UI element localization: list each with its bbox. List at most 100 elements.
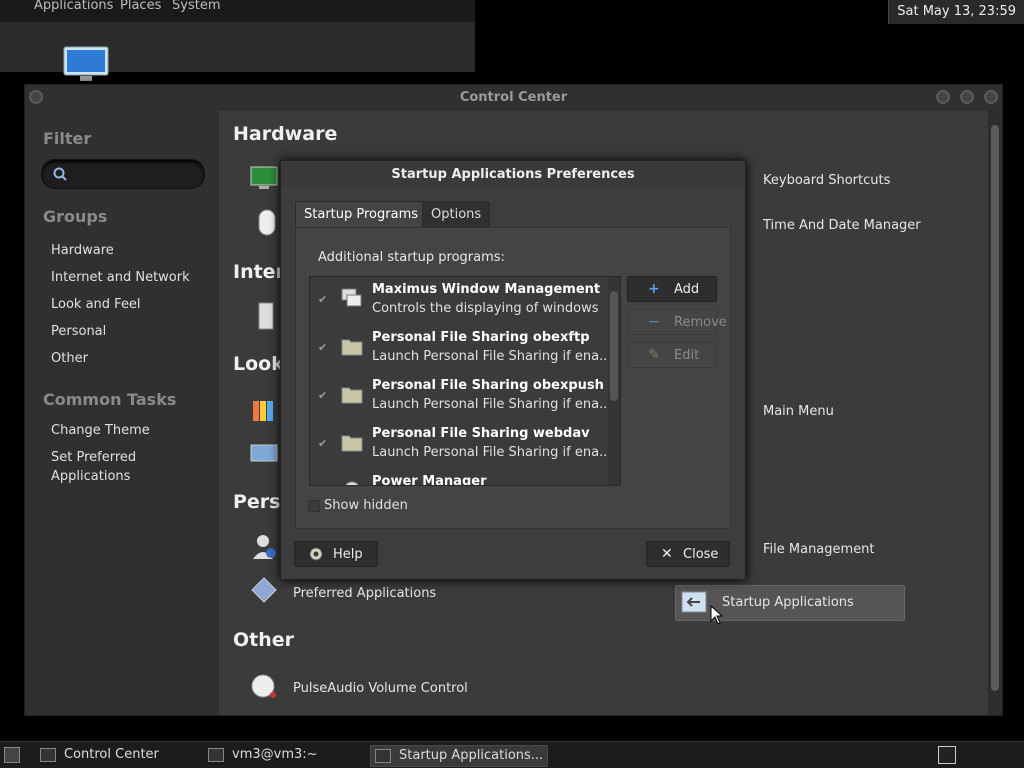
file-management-label[interactable]: File Management [763,542,875,557]
menu-places[interactable]: Places [120,0,161,13]
program-row[interactable]: ✔ Maximus Window Management Controls the… [310,277,606,325]
mouse-cursor-icon [710,605,724,625]
tab-startup-programs[interactable]: Startup Programs [295,201,428,228]
group-hardware[interactable]: Hardware [51,243,114,258]
program-name: Power Manager [372,474,487,486]
display-icon[interactable] [249,163,279,193]
task-control-center[interactable]: Control Center [40,745,159,765]
computer-icon[interactable] [62,45,110,83]
minus-icon: − [648,314,660,330]
program-description: Launch Personal File Sharing if ena... [372,397,612,412]
tab-panel: Additional startup programs: ✔ Maximus W… [295,227,731,529]
close-button[interactable]: ✕ Close [646,541,730,567]
window-menu-icon[interactable] [29,90,43,104]
group-personal[interactable]: Personal [51,324,106,339]
program-checkbox[interactable]: ✔ [318,437,330,450]
power-manager-icon [345,481,359,485]
top-panel: Applications Places System [0,0,475,22]
program-description: Launch Personal File Sharing if ena... [372,445,612,460]
maximize-icon[interactable] [960,90,974,104]
filter-search-input[interactable] [41,159,205,189]
tab-options[interactable]: Options [422,201,491,228]
workspace-switcher-icon[interactable] [938,746,956,764]
keyboard-shortcuts-label[interactable]: Keyboard Shortcuts [763,173,890,188]
window-title: Control Center [459,90,568,105]
startup-applications-icon [375,748,391,763]
startup-applications-label: Startup Applications [722,595,854,610]
show-hidden-label: Show hidden [324,498,408,513]
section-hardware: Hardware [233,123,338,145]
program-name: Maximus Window Management [372,282,601,297]
program-row[interactable]: ✔ Personal File Sharing obexftp Launch P… [310,325,611,373]
main-scrollbar[interactable] [988,111,1002,715]
show-hidden-checkbox[interactable]: Show hidden [308,498,408,513]
network-icon[interactable] [251,301,281,331]
remove-button[interactable]: − Remove [627,309,727,335]
list-scrollbar[interactable] [608,277,620,485]
section-other: Other [233,629,295,651]
show-desktop-icon[interactable] [4,747,20,763]
program-checkbox[interactable]: ✔ [318,485,330,486]
section-internet: Inter [233,261,285,283]
startup-applications-icon [681,591,707,613]
program-row[interactable]: ✔ Power Manager [310,469,606,486]
task-label: vm3@vm3:~ [232,747,318,762]
group-internet-network[interactable]: Internet and Network [51,270,190,285]
edit-button[interactable]: ✎ Edit [627,342,717,368]
close-window-icon[interactable] [984,90,998,104]
additional-programs-label: Additional startup programs: [318,250,505,265]
task-label: Startup Applications... [399,748,544,763]
add-button[interactable]: + Add [627,276,717,302]
group-look-and-feel[interactable]: Look and Feel [51,297,141,312]
scrollbar-thumb[interactable] [991,125,999,691]
program-name: Personal File Sharing obexftp [372,330,590,345]
time-date-label[interactable]: Time And Date Manager [763,218,921,233]
screensaver-icon[interactable] [249,439,279,469]
close-icon: ✕ [661,546,673,562]
edit-icon: ✎ [648,347,660,363]
plus-icon: + [648,281,660,297]
program-checkbox[interactable]: ✔ [318,389,330,402]
menu-system[interactable]: System [172,0,220,13]
window-titlebar[interactable]: Control Center [25,85,1002,111]
main-menu-label[interactable]: Main Menu [763,404,834,419]
program-name: Personal File Sharing obexpush [372,378,604,393]
program-checkbox[interactable]: ✔ [318,341,330,354]
remove-button-label: Remove [674,315,727,330]
program-description: Launch Personal File Sharing if ena... [372,349,612,364]
pulseaudio-label[interactable]: PulseAudio Volume Control [293,681,468,696]
taskbar: Control Center vm3@vm3:~ Startup Applica… [0,741,1024,768]
dialog-title[interactable]: Startup Applications Preferences [281,161,745,189]
close-button-label: Close [683,547,719,562]
about-me-icon[interactable] [249,531,279,561]
appearance-icon[interactable] [249,395,279,425]
folder-icon [341,435,363,452]
pulseaudio-icon[interactable] [249,671,279,701]
control-center-icon [40,747,56,762]
preferred-applications-label[interactable]: Preferred Applications [293,586,436,601]
task-set-preferred-apps[interactable]: Set Preferred Applications [51,448,161,486]
group-other[interactable]: Other [51,351,88,366]
task-label: Control Center [64,747,159,762]
task-terminal[interactable]: vm3@vm3:~ [208,745,318,765]
menu-applications[interactable]: Applications [34,0,113,13]
program-row[interactable]: ✔ Personal File Sharing webdav Launch Pe… [310,421,611,469]
checkbox-box[interactable] [308,499,320,512]
section-look: Look [233,353,284,375]
startup-program-list[interactable]: ✔ Maximus Window Management Controls the… [309,276,621,486]
preferred-applications-icon[interactable] [249,575,279,605]
list-scrollbar-thumb[interactable] [610,291,618,401]
help-button-label: Help [333,547,363,562]
minimize-icon[interactable] [936,90,950,104]
folder-icon [341,339,363,356]
program-checkbox[interactable]: ✔ [318,293,330,306]
program-row[interactable]: ✔ Personal File Sharing obexpush Launch … [310,373,611,421]
filter-heading: Filter [43,129,92,148]
sidebar: Filter Groups Hardware Internet and Netw… [25,111,219,715]
help-button[interactable]: Help [294,541,378,567]
task-change-theme[interactable]: Change Theme [51,423,150,438]
clock[interactable]: Sat May 13, 23:59 [888,0,1024,24]
mouse-icon[interactable] [252,207,282,237]
task-startup-applications[interactable]: Startup Applications... [370,745,549,767]
terminal-icon [208,747,224,762]
